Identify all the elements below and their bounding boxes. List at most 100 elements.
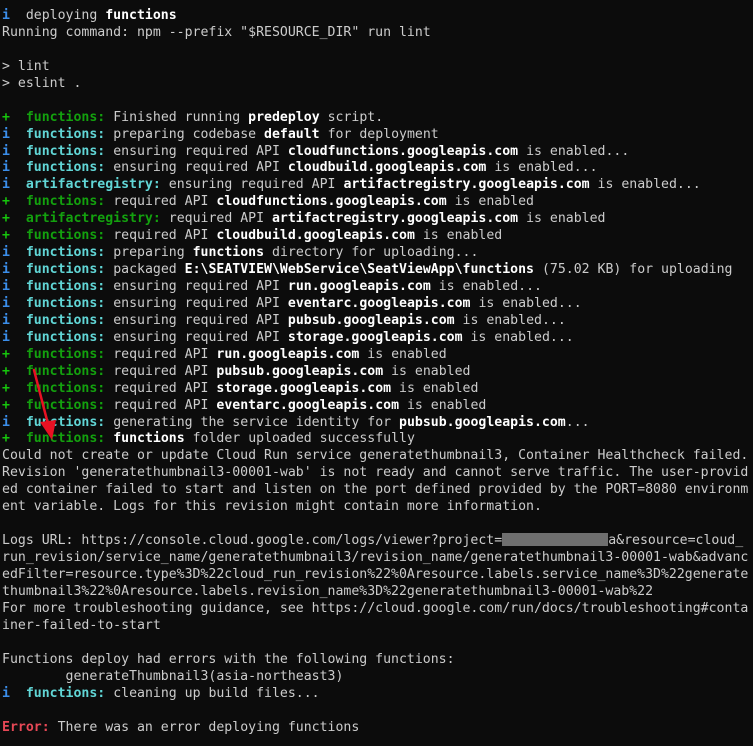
success-prefix: +: [2, 194, 10, 210]
log-label: functions:: [25, 109, 106, 125]
log-label: functions:: [25, 143, 106, 159]
success-prefix: +: [2, 397, 10, 413]
terminal-line: > lint: [2, 59, 750, 76]
bold-text: pubsub.googleapis.com: [399, 414, 566, 430]
text: is enabled...: [470, 295, 582, 311]
log-label: functions:: [25, 295, 106, 311]
log-label: functions:: [25, 312, 106, 328]
text: ensuring required API: [105, 143, 288, 159]
info-prefix: i: [2, 177, 10, 193]
info-prefix: i: [2, 262, 10, 278]
log-label: functions:: [25, 194, 106, 210]
info-prefix: i: [2, 295, 10, 311]
terminal-line: + functions: required API cloudfunctions…: [2, 194, 750, 211]
terminal-line: + functions: required API cloudbuild.goo…: [2, 228, 750, 245]
bold-text: storage.googleapis.com: [216, 380, 392, 396]
bold-text: cloudbuild.googleapis.com: [287, 160, 487, 176]
terminal-line: Could not create or update Cloud Run ser…: [2, 448, 750, 516]
text: is enabled: [399, 397, 487, 413]
text: is enabled...: [430, 279, 542, 294]
text: > eslint .: [2, 75, 82, 91]
bold-text: pubsub.googleapis.com: [287, 312, 455, 328]
text: script.: [319, 109, 384, 125]
text: [105, 431, 113, 446]
log-label: functions:: [25, 346, 106, 362]
log-label: functions:: [25, 685, 106, 701]
text: generating the service identity for: [105, 414, 400, 430]
log-label: artifactregistry:: [25, 211, 161, 227]
text: ensuring required API: [105, 312, 288, 328]
bold-text: default: [264, 126, 320, 142]
text: ensuring required API: [105, 295, 288, 311]
success-prefix: +: [2, 228, 10, 244]
redacted-text: [502, 533, 609, 547]
text: Functions deploy had errors with the fol…: [2, 651, 455, 667]
terminal-line: i functions: ensuring required API cloud…: [2, 144, 750, 161]
log-label: functions:: [25, 279, 106, 294]
terminal-line: Logs URL: https://console.cloud.google.c…: [2, 533, 750, 601]
text: required API: [105, 346, 217, 362]
info-prefix: i: [2, 160, 10, 176]
terminal-line: i functions: ensuring required API stora…: [2, 330, 750, 347]
bold-text: cloudfunctions.googleapis.com: [216, 194, 447, 210]
terminal-line: i functions: ensuring required API cloud…: [2, 160, 750, 177]
text: ensuring required API: [105, 160, 288, 176]
terminal-line: + functions: required API run.googleapis…: [2, 347, 750, 364]
terminal-line: i functions: ensuring required API pubsu…: [2, 313, 750, 330]
log-label: artifactregistry:: [25, 177, 161, 193]
terminal-line: + artifactregistry: required API artifac…: [2, 211, 750, 228]
log-label: functions:: [25, 126, 106, 142]
text: required API: [160, 211, 272, 227]
text: is enabled...: [486, 160, 598, 176]
terminal-line: i functions: preparing functions directo…: [2, 245, 750, 262]
text: directory for uploading...: [264, 245, 479, 261]
bold-text: eventarc.googleapis.com: [287, 295, 471, 311]
terminal-line: For more troubleshooting guidance, see h…: [2, 601, 750, 635]
info-prefix: i: [2, 414, 10, 430]
text: required API: [105, 228, 217, 244]
log-label: functions:: [25, 262, 106, 278]
terminal-line: i functions: ensuring required API run.g…: [2, 279, 750, 296]
bold-text: eventarc.googleapis.com: [216, 397, 400, 413]
success-prefix: +: [2, 363, 10, 379]
text: is enabled...: [454, 312, 566, 328]
text: packaged: [105, 262, 185, 278]
bold-text: functions: [113, 431, 185, 447]
terminal-line: + functions: Finished running predeploy …: [2, 110, 750, 127]
bold-text: artifactregistry.googleapis.com: [343, 177, 590, 193]
terminal-line: i functions: preparing codebase default …: [2, 127, 750, 144]
text: Running command: npm --prefix "$RESOURCE…: [2, 24, 431, 40]
terminal-line: + functions: required API eventarc.googl…: [2, 398, 750, 415]
terminal-line: + functions: functions folder uploaded s…: [2, 431, 750, 448]
terminal-line: Running command: npm --prefix "$RESOURCE…: [2, 25, 750, 42]
terminal-line: + functions: required API pubsub.googlea…: [2, 364, 750, 381]
text: is enabled...: [462, 329, 574, 345]
bold-text: functions: [105, 8, 177, 23]
log-label: functions:: [25, 329, 106, 345]
bold-text: artifactregistry.googleapis.com: [271, 211, 519, 227]
text: required API: [105, 380, 217, 396]
terminal-line: Functions deploy had errors with the fol…: [2, 652, 750, 669]
success-prefix: +: [2, 109, 10, 125]
text: For more troubleshooting guidance, see h…: [2, 600, 749, 633]
red-arrow-annotation: [32, 368, 56, 440]
terminal-line: + functions: required API storage.google…: [2, 381, 750, 398]
text: is enabled: [359, 346, 447, 362]
text: Could not create or update Cloud Run ser…: [2, 448, 749, 515]
text: preparing: [105, 245, 193, 261]
success-prefix: +: [2, 431, 10, 447]
info-prefix: i: [2, 126, 10, 142]
info-prefix: i: [2, 8, 10, 23]
text: is enabled: [383, 363, 471, 379]
bold-text: cloudfunctions.googleapis.com: [287, 143, 519, 159]
terminal-line: i artifactregistry: ensuring required AP…: [2, 177, 750, 194]
red-arrow-head: [40, 420, 56, 440]
info-prefix: i: [2, 143, 10, 159]
text: ensuring required API: [160, 177, 344, 193]
bold-text: storage.googleapis.com: [287, 329, 463, 345]
text: is enabled: [446, 194, 534, 210]
